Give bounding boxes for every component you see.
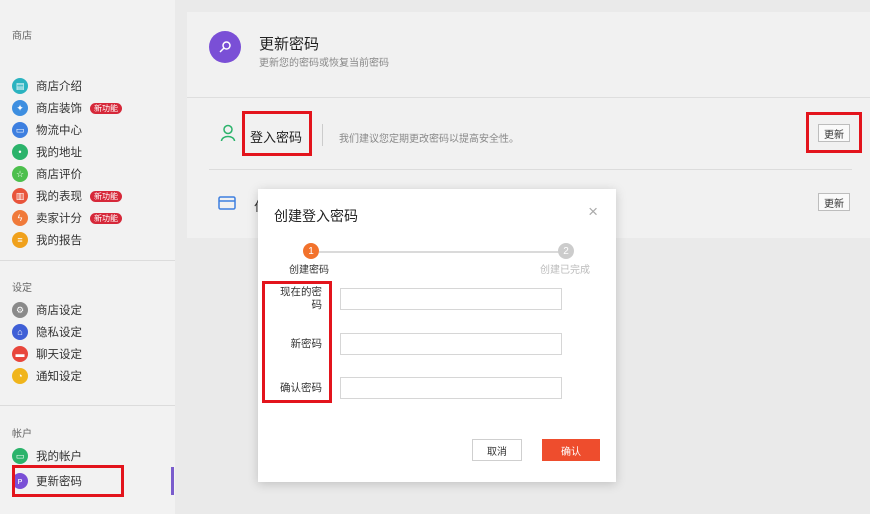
sidebar-item-shop-rating[interactable]: ☆ 商店评价 (12, 163, 82, 185)
new-feature-badge: 新功能 (90, 190, 122, 202)
new-feature-badge: 新功能 (90, 212, 122, 224)
shop-rating-icon: ☆ (12, 166, 28, 182)
sidebar-divider (0, 260, 175, 261)
sidebar-item-privacy-settings[interactable]: ⌂ 隐私设定 (12, 321, 82, 343)
sidebar-item-chat-settings[interactable]: ▬ 聊天设定 (12, 343, 82, 365)
sidebar-section-settings: 设定 (12, 283, 32, 294)
sidebar: 商店 ▤ 商店介绍 ✦ 商店装饰 新功能 ▭ 物流中心 • 我的地址 ☆ 商店评… (0, 0, 175, 514)
login-password-description: 我们建议您定期更改密码以提高安全性。 (339, 134, 519, 145)
sidebar-item-label: 我的帐户 (36, 451, 82, 463)
row-separator (322, 124, 323, 146)
password-key-icon (209, 31, 241, 63)
sidebar-item-shop-info[interactable]: ▤ 商店介绍 (12, 75, 82, 97)
sidebar-item-logistics[interactable]: ▭ 物流中心 (12, 119, 82, 141)
seller-score-icon: ϟ (12, 210, 28, 226)
address-icon: • (12, 144, 28, 160)
row-divider (209, 169, 852, 170)
sidebar-item-label: 商店装饰 (36, 103, 82, 115)
sidebar-active-indicator (171, 467, 174, 495)
privacy-lock-icon: ⌂ (12, 324, 28, 340)
step-1-indicator: 1 (303, 243, 319, 259)
cancel-button[interactable]: 取消 (472, 439, 522, 461)
sidebar-item-label: 商店设定 (36, 305, 82, 317)
shop-info-icon: ▤ (12, 78, 28, 94)
highlight-box (262, 281, 332, 403)
performance-icon: ▥ (12, 188, 28, 204)
sidebar-section-shop: 商店 (12, 31, 32, 42)
user-icon (220, 124, 236, 142)
shop-decoration-icon: ✦ (12, 100, 28, 116)
sidebar-item-seller-score[interactable]: ϟ 卖家计分 新功能 (12, 207, 122, 229)
current-password-input[interactable] (340, 288, 562, 310)
step-2-label: 创建已完成 (540, 265, 590, 276)
sidebar-item-notification-settings[interactable]: ◔ 通知设定 (12, 365, 82, 387)
step-2-indicator: 2 (558, 243, 574, 259)
report-icon: ≡ (12, 232, 28, 248)
close-icon[interactable]: × (588, 203, 598, 220)
sidebar-item-label: 我的报告 (36, 235, 82, 247)
page-title: 更新密码 (259, 36, 320, 53)
account-icon: ▭ (12, 448, 28, 464)
shop-settings-icon: ⚙ (12, 302, 28, 318)
confirm-password-input[interactable] (340, 377, 562, 399)
notification-settings-icon: ◔ (12, 368, 28, 384)
update-payment-password-button[interactable]: 更新 (818, 193, 850, 211)
highlight-box (806, 112, 862, 153)
sidebar-item-label: 我的地址 (36, 147, 82, 159)
highlight-box (242, 111, 312, 156)
step-1-label: 创建密码 (289, 265, 329, 276)
sidebar-item-performance[interactable]: ▥ 我的表现 新功能 (12, 185, 122, 207)
sidebar-divider (0, 405, 175, 406)
sidebar-item-shop-decoration[interactable]: ✦ 商店装饰 新功能 (12, 97, 122, 119)
sidebar-item-label: 我的表现 (36, 191, 82, 203)
sidebar-item-label: 聊天设定 (36, 349, 82, 361)
sidebar-item-address[interactable]: • 我的地址 (12, 141, 82, 163)
key-glyph (219, 41, 231, 53)
logistics-icon: ▭ (12, 122, 28, 138)
highlight-box (12, 465, 124, 497)
confirm-button[interactable]: 确认 (542, 439, 600, 461)
modal-title: 创建登入密码 (274, 208, 358, 224)
step-progress-line (319, 251, 563, 253)
sidebar-item-shop-settings[interactable]: ⚙ 商店设定 (12, 299, 82, 321)
sidebar-item-label: 商店介绍 (36, 81, 82, 93)
card-icon (218, 196, 236, 210)
sidebar-item-my-account[interactable]: ▭ 我的帐户 (12, 445, 82, 467)
new-password-input[interactable] (340, 333, 562, 355)
sidebar-item-label: 隐私设定 (36, 327, 82, 339)
new-feature-badge: 新功能 (90, 102, 122, 114)
sidebar-item-label: 通知设定 (36, 371, 82, 383)
sidebar-item-label: 卖家计分 (36, 213, 82, 225)
sidebar-item-label: 物流中心 (36, 125, 82, 137)
page-subtitle: 更新您的密码或恢复当前密码 (259, 58, 389, 69)
card-divider (187, 97, 870, 98)
sidebar-section-account: 帐户 (12, 429, 32, 440)
sidebar-item-report[interactable]: ≡ 我的报告 (12, 229, 82, 251)
sidebar-item-label: 商店评价 (36, 169, 82, 181)
chat-settings-icon: ▬ (12, 346, 28, 362)
